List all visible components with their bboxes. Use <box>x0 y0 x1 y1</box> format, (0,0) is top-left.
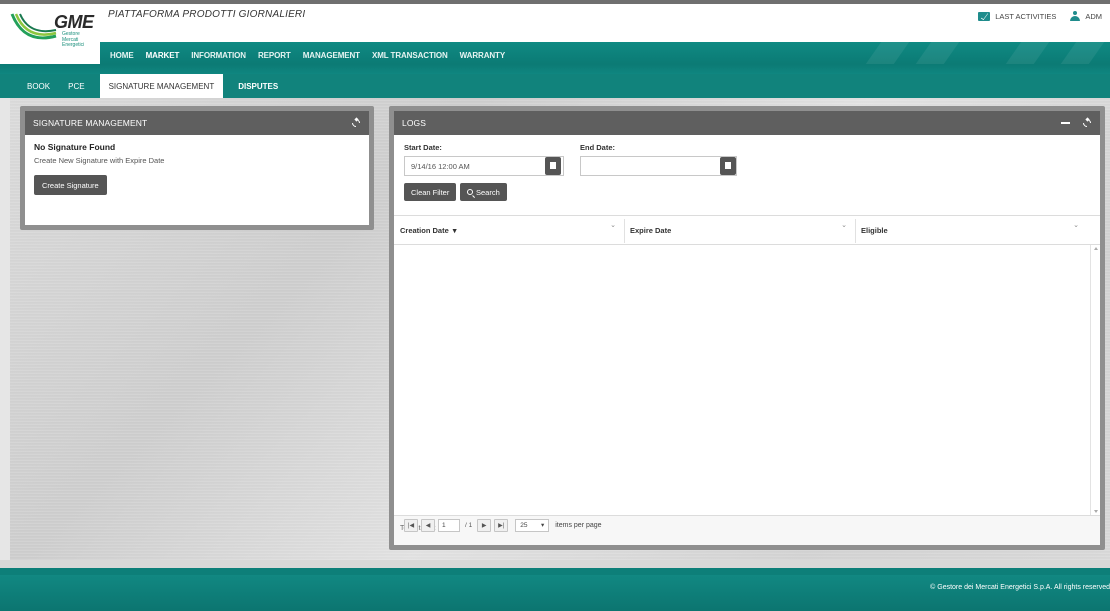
page-number-input[interactable]: 1 <box>438 518 460 532</box>
column-creation-date-label: Creation Date <box>400 225 449 235</box>
next-page-button[interactable]: ▶ <box>477 518 492 532</box>
footer-strip <box>0 560 1110 568</box>
clean-filter-label: Clean Filter <box>411 187 450 197</box>
sub-nav-bar: BOOK PCE SIGNATURE MANAGEMENT DISPUTES <box>0 64 1110 98</box>
search-label: Search <box>476 187 500 197</box>
column-creation-date[interactable]: Creation Date ▾ ⌄ <box>394 216 624 244</box>
tab-disputes[interactable]: DISPUTES <box>229 74 287 98</box>
user-menu[interactable]: ADM <box>1070 11 1102 21</box>
logo-swoosh-icon <box>10 13 57 40</box>
nav-report[interactable]: REPORT <box>252 51 297 60</box>
start-date-label: Start Date: <box>404 143 442 152</box>
logs-grid-body <box>394 245 1100 515</box>
signature-status: No Signature Found <box>34 142 116 152</box>
page-count: / 1 <box>465 521 473 529</box>
logs-filters: Start Date: 9/14/16 12:00 AM End Date: C… <box>394 135 1100 215</box>
nav-home[interactable]: HOME <box>104 51 140 60</box>
nav-information[interactable]: INFORMATION <box>185 51 252 60</box>
signature-panel-header: SIGNATURE MANAGEMENT <box>25 111 369 135</box>
logs-panel-header: LOGS <box>394 111 1100 135</box>
search-icon <box>467 189 473 195</box>
refresh-icon[interactable] <box>1082 118 1092 128</box>
start-date-input[interactable]: 9/14/16 12:00 AM <box>404 156 564 176</box>
nav-xml-transaction[interactable]: XML TRANSACTION <box>366 51 454 60</box>
start-date-calendar-icon[interactable] <box>545 157 561 175</box>
nav-warranty[interactable]: WARRANTY <box>454 51 511 60</box>
pager: |◀ ◀ 1 / 1 ▶ ▶| 25 ▾ items per page <box>404 515 602 535</box>
signature-panel-body: No Signature Found Create New Signature … <box>25 135 369 225</box>
chevron-down-icon: ▾ <box>540 522 545 529</box>
prev-page-button[interactable]: ◀ <box>421 518 435 532</box>
nav-market[interactable]: MARKET <box>140 51 186 60</box>
user-name: ADM <box>1085 11 1102 21</box>
first-page-button[interactable]: |◀ <box>404 518 418 532</box>
nav-management[interactable]: MANAGEMENT <box>297 51 366 60</box>
logs-panel-body: Start Date: 9/14/16 12:00 AM End Date: C… <box>394 135 1100 545</box>
logs-grid-header: Creation Date ▾ ⌄ Expire Date ⌄ Eligible… <box>394 215 1100 245</box>
chevron-down-icon[interactable]: ⌄ <box>610 221 616 229</box>
page-size-value: 25 <box>520 521 528 529</box>
last-activities-link[interactable]: LAST ACTIVITIES <box>978 11 1057 21</box>
logo-subtitle: Gestore Mercati Energetici <box>62 31 85 48</box>
last-activities-label: LAST ACTIVITIES <box>995 11 1057 21</box>
signature-management-panel: SIGNATURE MANAGEMENT No Signature Found … <box>20 106 374 230</box>
search-button[interactable]: Search <box>460 183 507 201</box>
end-date-input[interactable] <box>580 156 737 176</box>
signature-description: Create New Signature with Expire Date <box>34 156 165 165</box>
chevron-down-icon[interactable]: ⌄ <box>841 221 847 229</box>
refresh-icon[interactable] <box>351 118 361 128</box>
page-size-select[interactable]: 25 ▾ <box>515 518 550 532</box>
signature-panel-title: SIGNATURE MANAGEMENT <box>33 118 148 128</box>
items-per-page-label: items per page <box>555 521 602 529</box>
sub-nav: BOOK PCE SIGNATURE MANAGEMENT DISPUTES <box>0 74 1110 98</box>
logs-panel: LOGS Start Date: 9/14/16 12:00 AM End Da… <box>389 106 1105 550</box>
tab-pce[interactable]: PCE <box>59 74 93 98</box>
tab-signature-management[interactable]: SIGNATURE MANAGEMENT <box>99 74 224 98</box>
end-date-calendar-icon[interactable] <box>720 157 736 175</box>
footer: © Gestore dei Mercati Energetici S.p.A. … <box>0 568 1110 611</box>
create-signature-button[interactable]: Create Signature <box>34 175 107 195</box>
tab-book[interactable]: BOOK <box>18 74 59 98</box>
minimize-icon[interactable] <box>1061 122 1070 124</box>
platform-title: PIATTAFORMA PRODOTTI GIORNALIERI <box>108 9 306 20</box>
user-icon <box>1070 11 1081 21</box>
logo-text: GME <box>54 12 94 32</box>
last-page-button[interactable]: ▶| <box>494 518 509 532</box>
column-eligible[interactable]: Eligible ⌄ <box>855 216 1087 244</box>
chevron-down-icon[interactable]: ⌄ <box>1073 221 1079 229</box>
scroll-down-icon[interactable] <box>1094 510 1098 513</box>
column-expire-date-label: Expire Date <box>630 225 672 235</box>
top-header: GME Gestore Mercati Energetici PIATTAFOR… <box>0 0 1110 68</box>
logs-panel-title: LOGS <box>402 118 427 128</box>
copyright: © Gestore dei Mercati Energetici S.p.A. … <box>930 584 1110 591</box>
top-right-tools: LAST ACTIVITIES ADM <box>978 8 1110 24</box>
column-eligible-label: Eligible <box>861 225 888 235</box>
scroll-up-icon[interactable] <box>1094 247 1098 250</box>
mail-icon <box>978 11 991 21</box>
gme-logo[interactable]: GME Gestore Mercati Energetici <box>10 10 95 60</box>
vertical-scrollbar[interactable] <box>1090 245 1100 515</box>
end-date-label: End Date: <box>580 143 616 152</box>
column-expire-date[interactable]: Expire Date ⌄ <box>624 216 855 244</box>
clean-filter-button[interactable]: Clean Filter <box>404 183 457 201</box>
sort-desc-icon: ▾ <box>452 225 457 235</box>
